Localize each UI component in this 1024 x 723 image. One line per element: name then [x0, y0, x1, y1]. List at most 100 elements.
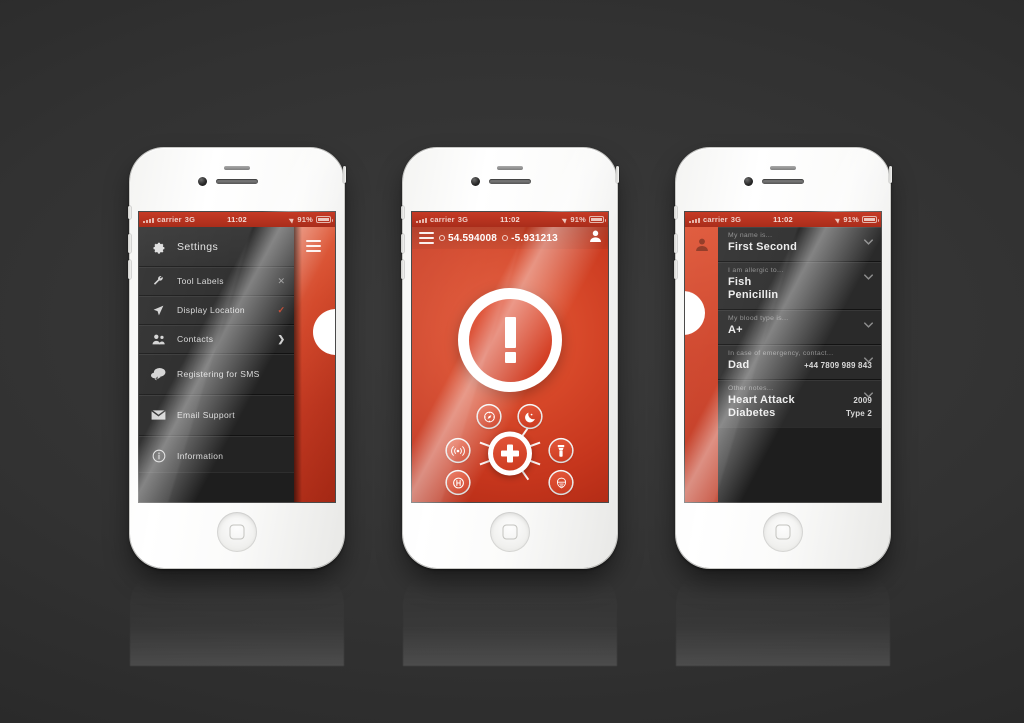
add-tool-button[interactable] — [488, 431, 532, 475]
clock-label: 11:02 — [227, 215, 247, 224]
battery-icon — [316, 216, 333, 223]
sidebar-item-tool-labels[interactable]: Tool Labels ✕ — [139, 267, 294, 296]
gear-icon — [151, 239, 166, 254]
chevron-down-icon[interactable] — [864, 232, 873, 250]
silent-switch[interactable] — [401, 206, 404, 219]
close-icon[interactable]: ✕ — [277, 276, 285, 287]
sidebar-item-information[interactable]: Information — [139, 436, 294, 477]
hamburger-menu-icon[interactable] — [306, 240, 321, 252]
home-button-1[interactable] — [217, 512, 257, 552]
siren-tool-button[interactable] — [550, 471, 572, 494]
wrench-icon — [151, 275, 166, 288]
clock-label: 11:02 — [773, 215, 793, 224]
battery-icon — [589, 216, 606, 223]
chat-bubbles-icon — [151, 367, 166, 381]
volume-up-button[interactable] — [128, 234, 131, 253]
phone-device-3: carrier 3G 11:02 91% My name is... First… — [674, 148, 892, 568]
chevron-down-icon[interactable] — [864, 385, 873, 403]
location-arrow-icon — [151, 304, 166, 317]
info-card-other-notes[interactable]: Other notes... Heart Attack 2009 Diabete… — [718, 380, 881, 428]
info-card-name[interactable]: My name is... First Second — [718, 227, 881, 262]
sidebar-item-display-location[interactable]: Display Location ✓ — [139, 296, 294, 325]
beacon-tool-button[interactable] — [447, 439, 469, 462]
exclamation-dot — [504, 352, 516, 363]
clock-label: 11:02 — [500, 215, 520, 224]
info-card-blood-type[interactable]: My blood type is... A+ — [718, 310, 881, 345]
status-bar-3: carrier 3G 11:02 91% — [685, 212, 881, 227]
info-card-emergency-contact[interactable]: In case of emergency, contact... Dad +44… — [718, 345, 881, 380]
screen-3: carrier 3G 11:02 91% My name is... First… — [685, 212, 881, 502]
longitude-marker-icon — [502, 235, 509, 241]
card-value: Penicillin — [728, 289, 779, 301]
longitude-readout: -5.931213 — [502, 233, 558, 244]
chevron-right-icon[interactable]: ❯ — [277, 334, 285, 345]
volume-up-button[interactable] — [674, 234, 677, 253]
card-value: Diabetes — [728, 407, 776, 419]
volume-down-button[interactable] — [674, 260, 677, 279]
volume-down-button[interactable] — [128, 260, 131, 279]
status-bar-1: carrier 3G 11:02 91% — [139, 212, 335, 227]
silent-switch[interactable] — [674, 206, 677, 219]
sidebar-item-label: Tool Labels — [177, 276, 224, 286]
latitude-marker-icon — [439, 235, 445, 241]
home-button-2[interactable] — [490, 512, 530, 552]
power-button[interactable] — [343, 166, 346, 183]
hospital-tool-button[interactable] — [447, 471, 469, 494]
emergency-alert-button[interactable] — [458, 288, 562, 392]
info-empty-area — [718, 427, 881, 502]
latitude-value: 54.594008 — [448, 232, 498, 244]
panel-shadow — [294, 227, 302, 502]
moon-tool-button[interactable] — [519, 405, 541, 428]
power-button[interactable] — [889, 166, 892, 183]
sidebar-item-label: Contacts — [177, 334, 214, 344]
alert-screen: 54.594008 -5.931213 — [412, 227, 608, 502]
sidebar-item-label: Information — [177, 451, 224, 461]
phone-device-2: carrier 3G 11:02 91% 54.594008 -5.931213 — [401, 148, 619, 568]
latitude-readout: 54.594008 — [439, 233, 497, 244]
compass-tool-button[interactable] — [478, 405, 500, 428]
card-subvalue: Type 2 — [846, 409, 872, 418]
card-value: Fish — [728, 276, 752, 288]
home-button-3[interactable] — [763, 512, 803, 552]
sidebar-item-label: Registering for SMS — [177, 369, 260, 379]
device-reflection-2 — [403, 570, 617, 666]
card-value: A+ — [728, 324, 743, 336]
card-caption: My name is... — [728, 232, 773, 239]
check-icon[interactable]: ✓ — [277, 305, 285, 316]
person-icon — [696, 238, 708, 256]
sidebar-item-label: Email Support — [177, 410, 235, 420]
sidebar-item-registering-for-sms[interactable]: Registering for SMS — [139, 354, 294, 395]
front-camera — [198, 177, 207, 186]
volume-up-button[interactable] — [401, 234, 404, 253]
profile-sidebar[interactable] — [685, 227, 718, 502]
sidebar-item-label: Display Location — [177, 305, 245, 315]
hamburger-menu-icon[interactable] — [419, 232, 434, 244]
chevron-down-icon[interactable] — [864, 267, 873, 285]
silent-switch[interactable] — [128, 206, 131, 219]
sidebar-item-email-support[interactable]: Email Support — [139, 395, 294, 436]
medical-info-screen: My name is... First Second I am allergic… — [685, 227, 881, 502]
flashlight-tool-button[interactable] — [550, 439, 572, 462]
power-button[interactable] — [616, 166, 619, 183]
info-card-list: My name is... First Second I am allergic… — [718, 227, 881, 502]
sidebar-item-contacts[interactable]: Contacts ❯ — [139, 325, 294, 354]
info-circle-icon — [151, 449, 166, 463]
earpiece-speaker — [489, 179, 531, 184]
card-caption: In case of emergency, contact... — [728, 350, 834, 357]
person-icon[interactable] — [590, 229, 601, 247]
panel-edge-cutout — [685, 291, 705, 335]
exclamation-icon — [504, 317, 516, 348]
device-reflection-1 — [130, 570, 344, 666]
proximity-sensor — [224, 166, 250, 170]
earpiece-speaker — [216, 179, 258, 184]
plus-icon — [493, 436, 527, 470]
status-bar-2: carrier 3G 11:02 91% — [412, 212, 608, 227]
chevron-down-icon[interactable] — [864, 315, 873, 333]
page-title: Settings — [177, 240, 219, 253]
proximity-sensor — [770, 166, 796, 170]
info-card-allergies[interactable]: I am allergic to... Fish Penicillin — [718, 262, 881, 310]
earpiece-speaker — [762, 179, 804, 184]
front-camera — [471, 177, 480, 186]
chevron-down-icon[interactable] — [864, 350, 873, 368]
volume-down-button[interactable] — [401, 260, 404, 279]
